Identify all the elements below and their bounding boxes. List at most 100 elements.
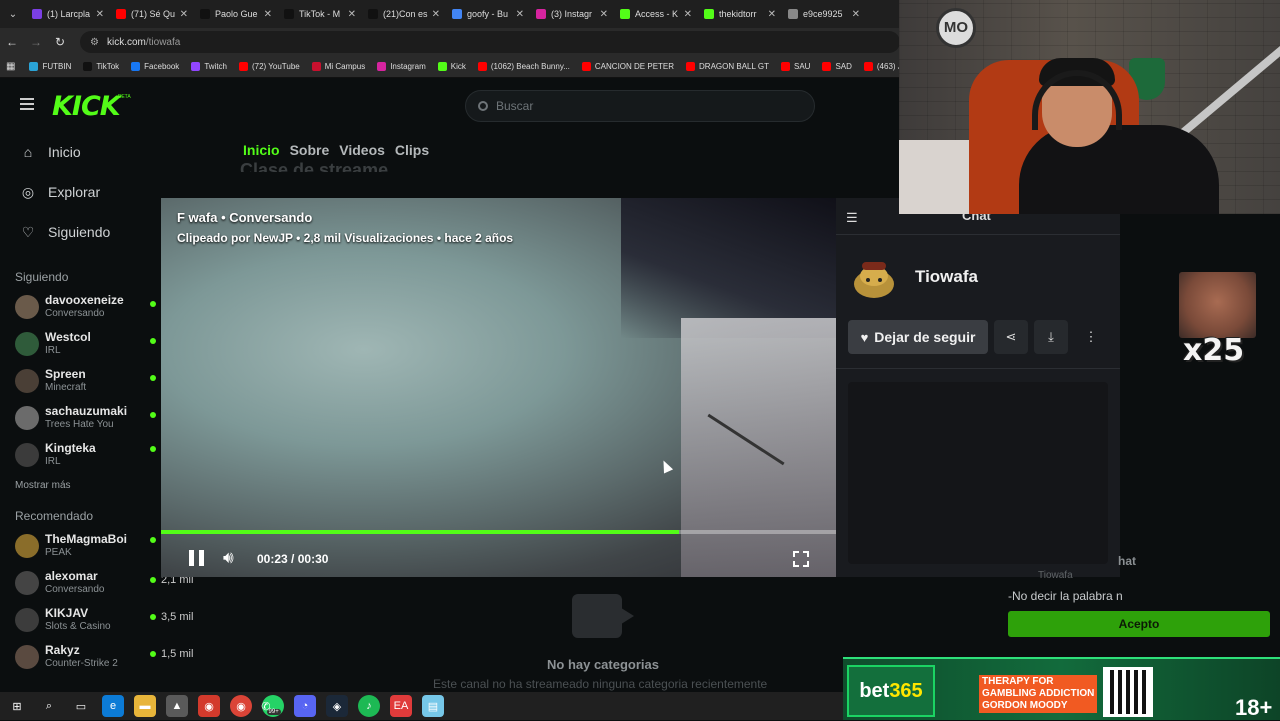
bookmark-item[interactable]: TikTok (83, 62, 119, 71)
forward-arrow-icon[interactable]: → (24, 35, 48, 49)
bookmark-item[interactable]: Twitch (191, 62, 227, 71)
channel-category: Conversando (45, 584, 105, 595)
bookmark-item[interactable]: Mi Campus (311, 62, 365, 71)
search-icon[interactable]: ⌕ (38, 695, 60, 717)
edge-icon[interactable]: e (102, 695, 124, 717)
spotify-icon[interactable]: ♪ (358, 695, 380, 717)
tab-favicon-icon (788, 9, 798, 19)
bookmark-item[interactable]: Instagram (377, 62, 426, 71)
bookmark-item[interactable]: Kick (437, 62, 466, 71)
bookmark-item[interactable]: SAU (780, 62, 810, 71)
browser-tab[interactable]: goofy - Bu ✕ (446, 0, 530, 28)
channel-category: IRL (45, 456, 61, 467)
tab-label: Paolo Gue (215, 9, 258, 19)
volume-icon[interactable]: 🔊︎ (223, 548, 234, 568)
explorer-icon[interactable]: ▬ (134, 695, 156, 717)
menu-hamburger-icon[interactable] (20, 98, 34, 110)
browser-tab[interactable]: e9ce9925 ✕ (782, 0, 866, 28)
taskview-icon[interactable]: ▭ (70, 695, 92, 717)
tab-favicon-icon (536, 9, 546, 19)
browser-tab[interactable]: thekidtorr ✕ (698, 0, 782, 28)
download-icon[interactable]: ⤓ (1034, 320, 1068, 354)
avatar (15, 533, 39, 558)
bookmark-item[interactable]: (463) Jar (863, 62, 900, 71)
browser-tab[interactable]: (21)Con es ✕ (362, 0, 446, 28)
browser-tab[interactable]: (1) Larcpla ✕ (26, 0, 110, 28)
live-viewers (150, 446, 161, 452)
tab-sobre[interactable]: Sobre (290, 142, 330, 158)
bookmark-label: (72) YouTube (251, 62, 300, 71)
bookmark-favicon-icon (29, 62, 39, 71)
live-dot-icon (150, 375, 156, 381)
url-field[interactable]: ⚙ kick.com/tiowafa (80, 31, 900, 53)
discord-icon[interactable]: ◔ (294, 695, 316, 717)
bookmark-item[interactable]: (1062) Beach Bunny... (477, 62, 570, 71)
site-info-icon[interactable]: ⚙ (90, 37, 99, 48)
tab-clips[interactable]: Clips (395, 142, 429, 158)
collapse-chat-icon[interactable]: ☰ (846, 210, 858, 226)
kick-logo[interactable]: KICK (52, 91, 121, 122)
bookmark-item[interactable]: CANCION DE PETER (581, 62, 674, 71)
ad-banner[interactable]: bet 365 THERAPY FOR GAMBLING ADDICTION GO… (843, 657, 1280, 720)
laughing-emote-image (1179, 272, 1256, 338)
whatsapp-icon[interactable]: ✆ 99+ (261, 695, 284, 717)
video-progress-bar[interactable] (161, 530, 836, 534)
fullscreen-icon[interactable] (793, 551, 809, 567)
pause-icon[interactable] (189, 550, 205, 566)
bookmark-item[interactable]: DRAGON BALL GT (686, 62, 769, 71)
steam-icon[interactable]: ◈ (326, 695, 348, 717)
accept-rules-button[interactable]: Acepto (1008, 611, 1270, 637)
close-tab-icon[interactable]: ✕ (180, 9, 188, 20)
chrome-alt-icon[interactable]: ◉ (198, 695, 220, 717)
browser-tab[interactable]: Access - K ✕ (614, 0, 698, 28)
bookmark-favicon-icon (581, 62, 591, 71)
more-icon[interactable]: ⋮ (1074, 320, 1108, 354)
back-arrow-icon[interactable]: ← (0, 35, 24, 49)
bookmark-item[interactable]: Facebook (131, 62, 179, 71)
notepad-icon[interactable]: ▤ (422, 695, 444, 717)
chrome-icon[interactable]: ◉ (230, 695, 252, 717)
current-time: 00:23 (257, 552, 288, 566)
app-icon[interactable]: ▲ (166, 695, 188, 717)
tab-search-chevron-icon[interactable]: ⌄ (0, 9, 26, 20)
apps-grid-icon[interactable]: ▦ (6, 61, 15, 72)
close-tab-icon[interactable]: ✕ (768, 9, 776, 20)
channel-list-item[interactable]: Rakyz Counter-Strike 2 1,5 mil (0, 638, 200, 675)
channel-list-item[interactable]: KIKJAV Slots & Casino 3,5 mil (0, 601, 200, 638)
close-tab-icon[interactable]: ✕ (516, 9, 524, 20)
bookmark-label: DRAGON BALL GT (699, 62, 769, 71)
close-tab-icon[interactable]: ✕ (600, 9, 608, 20)
clip-video-player[interactable]: F wafa • Conversando Clipeado por NewJP … (161, 198, 836, 577)
browser-tab[interactable]: (71) Sé Qu ✕ (110, 0, 194, 28)
bookmark-favicon-icon (191, 62, 201, 71)
close-tab-icon[interactable]: ✕ (684, 9, 692, 20)
close-tab-icon[interactable]: ✕ (432, 9, 440, 20)
tab-label: (1) Larcpla (47, 9, 91, 19)
tab-videos[interactable]: Videos (339, 142, 385, 158)
reload-icon[interactable]: ↻ (48, 35, 72, 49)
search-input[interactable]: Buscar (465, 90, 815, 122)
bookmark-item[interactable]: (72) YouTube (238, 62, 300, 71)
channel-avatar[interactable] (848, 250, 900, 302)
ea-icon[interactable]: EA (390, 695, 412, 717)
browser-tab[interactable]: Paolo Gue ✕ (194, 0, 278, 28)
tab-label: (71) Sé Qu (131, 9, 176, 19)
share-icon[interactable]: ⋖ (994, 320, 1028, 354)
windows-icon[interactable]: ⊞ (6, 695, 28, 717)
channel-category: Trees Hate You (45, 419, 114, 430)
tab-favicon-icon (284, 9, 294, 19)
panel-content-area (848, 382, 1108, 564)
tab-inicio[interactable]: Inicio (243, 142, 280, 158)
bookmark-label: FUTBIN (42, 62, 72, 71)
nav-inicio[interactable]: ⌂ Inicio (0, 132, 200, 172)
close-tab-icon[interactable]: ✕ (348, 9, 356, 20)
unfollow-button[interactable]: ♥ Dejar de seguir (848, 320, 988, 354)
bookmark-label: Kick (450, 62, 466, 71)
bookmark-item[interactable]: SAD (822, 62, 852, 71)
close-tab-icon[interactable]: ✕ (852, 9, 860, 20)
browser-tab[interactable]: TikTok - M ✕ (278, 0, 362, 28)
bookmark-item[interactable]: FUTBIN (29, 62, 71, 71)
close-tab-icon[interactable]: ✕ (96, 9, 104, 20)
browser-tab[interactable]: (3) Instagr ✕ (530, 0, 614, 28)
close-tab-icon[interactable]: ✕ (264, 9, 272, 20)
